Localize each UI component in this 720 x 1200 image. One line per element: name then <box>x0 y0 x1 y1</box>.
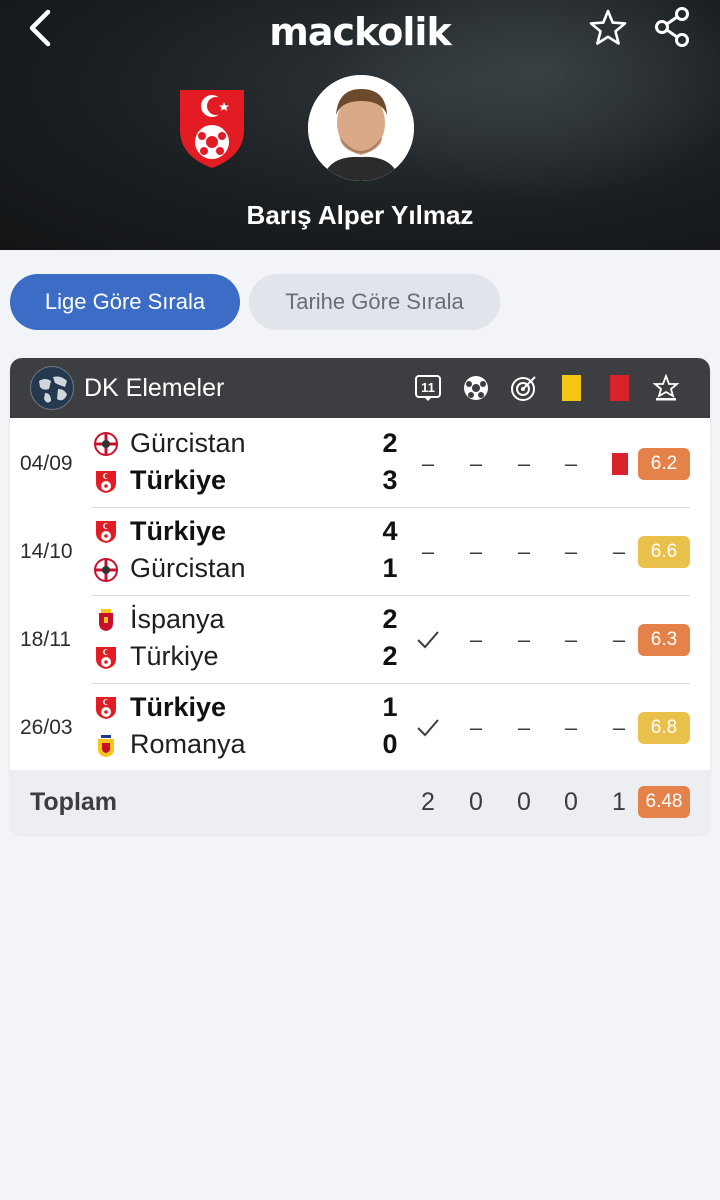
total-red-cards: 1 <box>612 788 626 816</box>
check-icon <box>414 714 442 742</box>
stat-value: – <box>469 451 483 476</box>
match-row[interactable]: 18/11 İspanya Türkiye 2 2– – – –6.3 <box>10 596 710 684</box>
match-date: 14/10 <box>20 540 73 563</box>
stat-value: – <box>517 451 531 476</box>
gürcistan-crest-icon <box>94 558 118 582</box>
stat-value: – <box>612 627 626 652</box>
total-assists: 0 <box>517 788 531 816</box>
stat-value: – <box>564 627 578 652</box>
match-date: 04/09 <box>20 452 73 475</box>
svg-text:11: 11 <box>421 380 435 395</box>
home-team[interactable]: İspanya <box>130 604 225 635</box>
home-team[interactable]: Türkiye <box>130 516 226 547</box>
globe-icon <box>30 366 74 410</box>
stat-value: – <box>612 715 626 740</box>
turkey-crest-icon[interactable] <box>176 86 248 170</box>
total-goals: 0 <box>469 788 483 816</box>
stat-value: – <box>517 539 531 564</box>
lineup-icon: 11 <box>415 375 441 401</box>
away-score: 2 <box>382 641 398 671</box>
league-card: DK Elemeler 11 04/09 Gürcistan Türkiye 2 3– –… <box>10 358 710 834</box>
player-header: mackolik Barış Alper Yılmaz <box>0 0 720 250</box>
match-row[interactable]: 14/10 Türkiye Gürcistan 4 1– – – – –6.6 <box>10 508 710 596</box>
türkiye-crest-icon <box>94 696 118 720</box>
home-score: 2 <box>382 604 398 634</box>
home-score: 4 <box>382 516 398 546</box>
away-team[interactable]: Gürcistan <box>130 553 246 584</box>
star-outline-icon <box>589 9 627 45</box>
stat-value: – <box>564 539 578 564</box>
away-score: 3 <box>382 465 398 495</box>
red-card-icon <box>605 450 633 478</box>
total-yellow-cards: 0 <box>564 788 578 816</box>
away-team[interactable]: Türkiye <box>130 465 226 496</box>
away-score: 0 <box>382 729 398 759</box>
total-lineups: 2 <box>421 788 435 816</box>
match-row[interactable]: 04/09 Gürcistan Türkiye 2 3– – – –6.2 <box>10 420 710 508</box>
share-button[interactable] <box>652 6 692 48</box>
stat-value: – <box>612 539 626 564</box>
assist-icon <box>511 376 536 401</box>
stat-value: – <box>469 627 483 652</box>
stat-value: – <box>469 715 483 740</box>
rating-badge: 6.8 <box>638 712 690 744</box>
player-avatar <box>308 75 414 181</box>
away-score: 1 <box>382 553 398 583</box>
home-team[interactable]: Türkiye <box>130 692 226 723</box>
away-team[interactable]: Türkiye <box>130 641 219 672</box>
türkiye-crest-icon <box>94 520 118 544</box>
home-team[interactable]: Gürcistan <box>130 428 246 459</box>
yellow-card-icon <box>562 375 581 401</box>
away-team[interactable]: Romanya <box>130 729 246 760</box>
total-rating-badge: 6.48 <box>638 786 690 818</box>
check-icon <box>414 626 442 654</box>
share-icon <box>655 7 689 47</box>
league-header[interactable]: DK Elemeler 11 <box>10 358 710 418</box>
home-score: 1 <box>382 692 398 722</box>
sort-by-date-button[interactable]: Tarihe Göre Sırala <box>249 274 500 330</box>
rating-badge: 6.2 <box>638 448 690 480</box>
gürcistan-crest-icon <box>94 432 118 456</box>
goal-icon <box>464 376 488 400</box>
rating-icon <box>652 374 680 401</box>
rating-badge: 6.3 <box>638 624 690 656</box>
stat-value: – <box>517 715 531 740</box>
stat-value: – <box>469 539 483 564</box>
match-date: 18/11 <box>20 628 71 651</box>
total-label: Toplam <box>30 788 118 816</box>
türkiye-crest-icon <box>94 470 118 494</box>
favorite-button[interactable] <box>588 8 628 48</box>
match-row[interactable]: 26/03 Türkiye Romanya 1 0– – – –6.8 <box>10 684 710 772</box>
stat-value: – <box>564 715 578 740</box>
stat-value: – <box>564 451 578 476</box>
i̇spanya-crest-icon <box>94 608 118 632</box>
stat-value: – <box>421 451 435 476</box>
türkiye-crest-icon <box>94 646 118 670</box>
player-name: Barış Alper Yılmaz <box>246 200 474 230</box>
home-score: 2 <box>382 428 398 458</box>
sort-by-league-button[interactable]: Lige Göre Sırala <box>10 274 240 330</box>
league-name: DK Elemeler <box>84 374 225 402</box>
stat-value: – <box>517 627 531 652</box>
romanya-crest-icon <box>94 734 118 758</box>
rating-badge: 6.6 <box>638 536 690 568</box>
match-date: 26/03 <box>20 716 73 739</box>
stat-value: – <box>421 539 435 564</box>
total-row: Toplam 2 0 0 0 1 6.48 <box>10 770 710 834</box>
red-card-icon <box>610 375 629 401</box>
